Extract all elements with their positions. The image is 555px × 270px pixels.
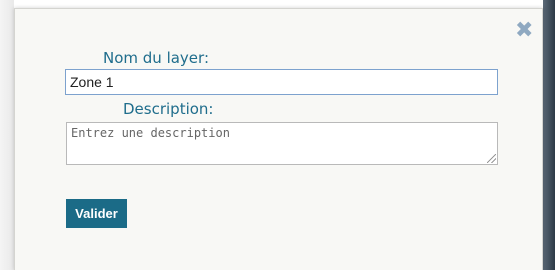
description-label: Description: <box>123 100 214 118</box>
submit-button[interactable]: Valider <box>66 199 127 228</box>
layer-dialog: ✖ Nom du layer: Description: Valider <box>14 8 543 270</box>
textarea-resize-handle[interactable] <box>487 154 496 163</box>
background-page-right <box>543 0 555 270</box>
background-page-left <box>0 0 14 270</box>
close-icon[interactable]: ✖ <box>515 20 533 42</box>
layer-name-input[interactable] <box>65 69 498 95</box>
description-textarea[interactable] <box>66 122 498 165</box>
layer-name-label: Nom du layer: <box>103 49 209 67</box>
